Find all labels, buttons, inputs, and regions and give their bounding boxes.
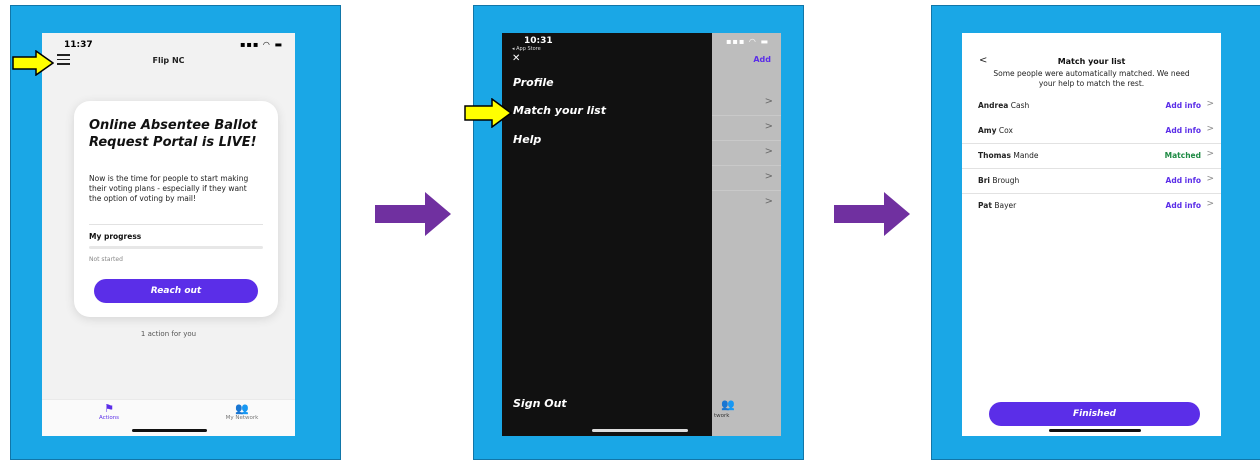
tab-actions-label: Actions: [98, 415, 120, 421]
first-name: Thomas: [978, 151, 1011, 160]
chevron-right-icon: >: [1206, 174, 1214, 184]
status-icons: ▪▪▪ ◠ ▬: [726, 37, 769, 46]
home-screen: 11:37 ▪▪▪ ◠ ▬ Flip NC Online Absentee Ba…: [42, 33, 295, 436]
purple-next-arrow-icon: [834, 192, 910, 236]
add-info-link[interactable]: Add info: [1166, 176, 1201, 185]
list-row[interactable]: >: [712, 91, 781, 116]
last-name: Cox: [998, 126, 1013, 135]
tab-network-label: My Network: [225, 415, 259, 421]
home-indicator: [1049, 429, 1141, 432]
page-title: Match your list: [1057, 57, 1126, 66]
close-icon[interactable]: ✕: [512, 53, 520, 64]
chevron-right-icon: >: [1206, 124, 1214, 134]
side-menu: 10:31 ◂ App Store ✕ Profile Match your l…: [502, 33, 712, 436]
list-item[interactable]: Pat Bayer Add info >: [962, 193, 1221, 218]
add-info-link[interactable]: Add info: [1166, 101, 1201, 110]
list-item[interactable]: Amy Cox Add info >: [962, 118, 1221, 144]
back-to-app-store[interactable]: ◂ App Store: [512, 46, 541, 52]
progress-status: Not started: [89, 256, 123, 263]
chevron-right-icon: >: [1206, 149, 1214, 159]
yellow-pointer-arrow-icon: [12, 50, 54, 76]
menu-item-sign-out[interactable]: Sign Out: [513, 397, 567, 410]
chevron-right-icon: >: [1206, 99, 1214, 109]
first-name: Amy: [978, 126, 997, 135]
first-name: Pat: [978, 201, 992, 210]
people-icon: 👥: [721, 398, 735, 411]
yellow-pointer-arrow-icon: [464, 98, 512, 128]
add-info-link[interactable]: Add info: [1166, 201, 1201, 210]
campaign-card: Online Absentee Ballot Request Portal is…: [74, 101, 278, 317]
card-body: Now is the time for people to start maki…: [89, 174, 249, 203]
list-item[interactable]: Andrea Cash Add info >: [962, 93, 1221, 118]
purple-next-arrow-icon: [375, 192, 451, 236]
first-name: Bri: [978, 176, 990, 185]
match-list-screen: < Match your list Some people were autom…: [962, 33, 1221, 436]
list-row[interactable]: >: [712, 141, 781, 166]
list-row[interactable]: >: [712, 166, 781, 191]
menu-item-profile[interactable]: Profile: [513, 76, 554, 89]
flag-icon: ⚑: [104, 402, 114, 415]
list-item[interactable]: Bri Brough Add info >: [962, 168, 1221, 194]
status-icons: ▪▪▪ ◠ ▬: [240, 40, 283, 49]
tab-actions[interactable]: ⚑ Actions: [64, 402, 154, 422]
home-indicator: [132, 429, 207, 432]
menu-screen: > > > > > Add ▪▪▪ ◠ ▬ 👥 twork 10:31 ◂ Ap…: [502, 33, 781, 436]
last-name: Brough: [992, 176, 1020, 185]
tab-network-label: twork: [714, 413, 730, 419]
list-row[interactable]: >: [712, 191, 781, 215]
divider: [89, 224, 263, 225]
last-name: Cash: [1010, 101, 1030, 110]
progress-label: My progress: [89, 232, 142, 241]
add-button[interactable]: Add: [753, 55, 771, 64]
page-subtitle: Some people were automatically matched. …: [993, 69, 1190, 88]
add-info-link[interactable]: Add info: [1166, 126, 1201, 135]
list-row[interactable]: >: [712, 116, 781, 141]
last-name: Mande: [1013, 151, 1039, 160]
list-item[interactable]: Thomas Mande Matched >: [962, 143, 1221, 169]
finished-button[interactable]: Finished: [989, 402, 1200, 426]
menu-item-match-your-list[interactable]: Match your list: [513, 104, 606, 117]
first-name: Andrea: [978, 101, 1009, 110]
chevron-right-icon: >: [1206, 199, 1214, 209]
progress-bar: [89, 246, 263, 249]
menu-item-help[interactable]: Help: [513, 133, 541, 146]
app-title: Flip NC: [152, 56, 185, 65]
matched-status: Matched: [1164, 151, 1201, 160]
last-name: Bayer: [994, 201, 1017, 210]
status-time: 10:31: [524, 36, 553, 46]
people-icon: 👥: [235, 402, 249, 415]
status-time: 11:37: [64, 40, 93, 50]
card-title: Online Absentee Ballot Request Portal is…: [89, 118, 258, 150]
home-indicator: [592, 429, 688, 432]
actions-count: 1 action for you: [140, 330, 197, 338]
tab-my-network[interactable]: 👥 My Network: [197, 402, 287, 422]
reach-out-button[interactable]: Reach out: [94, 279, 258, 303]
